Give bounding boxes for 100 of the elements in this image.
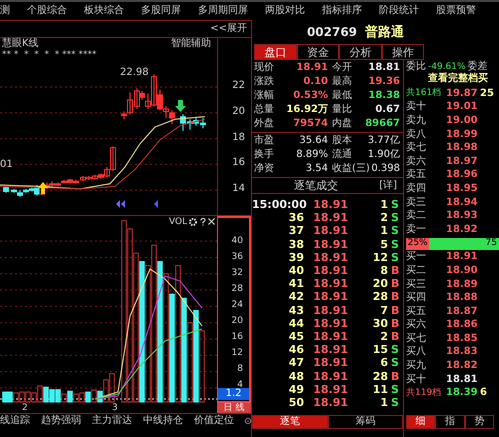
menu-item[interactable]: 阶段统计	[379, 6, 419, 16]
trade-time: 48	[288, 370, 304, 382]
depth-total: 共119档	[406, 388, 442, 398]
tab[interactable]: 势	[464, 415, 494, 429]
quote-value: 18.38	[367, 91, 400, 101]
quote-value: 19.36	[367, 77, 400, 87]
axis-label: 12	[232, 349, 243, 358]
detail-link[interactable]: [详]	[379, 180, 397, 190]
depth-total: 共161档	[406, 89, 442, 98]
quote-label: 今开	[332, 63, 352, 73]
axis-label: 8	[237, 365, 243, 374]
date-label: 3	[112, 404, 118, 412]
indicator-label: 慧眼K线	[2, 39, 39, 49]
menu-item[interactable]: 股票预警	[436, 6, 476, 16]
bid-price: 18.87	[446, 306, 478, 317]
tab[interactable]: 线追踪	[0, 416, 30, 426]
trade-side: S	[391, 212, 399, 224]
trade-side: B	[391, 370, 400, 382]
menu-item[interactable]: 测	[0, 6, 10, 16]
quote-label: 流通	[332, 150, 352, 160]
trade-time: 15:00:00	[252, 199, 304, 210]
settings-icon[interactable]	[189, 218, 198, 226]
bid-price: 18.81	[446, 374, 478, 385]
quote-label: 内盘	[332, 119, 352, 129]
trade-volume: 6	[379, 357, 388, 368]
ask-price: 19.01	[446, 102, 478, 112]
axis-label: 24	[232, 301, 243, 310]
period-label[interactable]: 日 线	[217, 403, 251, 413]
ask-label: 卖八	[406, 130, 427, 140]
tab[interactable]: 中线持仓	[143, 416, 183, 426]
trade-price: 18.91	[312, 330, 348, 342]
bid-label: 买十	[406, 374, 427, 385]
expand-up-icon[interactable]	[245, 416, 251, 426]
ask-price: 18.98	[446, 143, 478, 154]
bid-label: 买三	[406, 280, 427, 290]
quote-label: 净资	[254, 164, 274, 174]
quote-label: 最低	[332, 91, 352, 101]
trade-volume: 20	[372, 278, 388, 290]
close-icon[interactable]	[208, 218, 216, 225]
trade-time: 38	[288, 238, 304, 250]
trade-time: 39	[288, 252, 304, 263]
tab[interactable]: 趋势强弱	[41, 416, 81, 426]
menu-item[interactable]: 两股对比	[265, 6, 305, 16]
help-icon[interactable]	[200, 218, 206, 226]
axis-label: 28	[232, 285, 243, 294]
trade-side: B	[391, 304, 400, 316]
menu-item[interactable]: 多股同屏	[141, 6, 181, 16]
quote-label: 涨跌	[254, 77, 274, 87]
sell-share-fill: 25%	[406, 238, 430, 250]
trade-side: S	[391, 384, 399, 395]
bid-price: 18.90	[446, 266, 478, 276]
bid-price: 18.88	[446, 293, 478, 304]
quote-value: 35.64	[298, 136, 328, 146]
quote-label: 股本	[332, 136, 352, 146]
ask-label: 卖二	[406, 211, 427, 222]
ask-price: 19.00	[446, 116, 478, 126]
tab[interactable]: 细	[406, 415, 436, 429]
full-depth-link[interactable]: 查看完整档买	[406, 74, 499, 87]
depth-volume: 6	[480, 388, 487, 398]
tab[interactable]: 逐笔	[252, 415, 328, 429]
tab[interactable]: 操作	[382, 44, 424, 60]
trade-price: 18.91	[312, 291, 348, 302]
candle	[3, 186, 9, 194]
menu-item[interactable]: 多周期同屏	[198, 6, 248, 16]
axis-label: 32	[232, 269, 243, 278]
quote-value: 18.81	[367, 63, 400, 73]
triangle-marker-icon	[154, 200, 158, 208]
trade-price: 18.91	[312, 225, 348, 236]
expand-link[interactable]: <<展开	[210, 24, 247, 34]
quote-label: 涨幅	[254, 91, 274, 101]
axis-label: 4	[237, 381, 243, 390]
assist-label: 智能辅助	[171, 39, 212, 49]
down-arrow-icon	[175, 100, 186, 112]
menu-item[interactable]: 指标排序	[322, 6, 362, 16]
tab[interactable]: 指	[435, 415, 465, 429]
depth-volume: 25	[480, 88, 494, 99]
quote-value: 16.92万	[285, 105, 328, 115]
tab[interactable]: 盘口	[254, 44, 296, 60]
tab[interactable]: 分析	[339, 44, 382, 60]
menu-item[interactable]: 板块综合	[84, 6, 124, 16]
tab[interactable]: 资金	[296, 44, 339, 60]
trade-side: S	[391, 238, 399, 250]
axis-label: 22	[232, 81, 245, 91]
trade-volume: 1	[379, 396, 388, 408]
trade-side: S	[391, 225, 399, 236]
tab[interactable]: 价值定位	[194, 416, 234, 426]
quote-label: 外盘	[254, 119, 274, 129]
trade-time: 36	[288, 212, 304, 224]
high-price-label: 22.98	[120, 68, 149, 78]
trade-price: 18.91	[312, 344, 348, 356]
menu-item[interactable]: 个股综合	[27, 6, 67, 16]
tab[interactable]: 筹码	[328, 415, 403, 429]
ask-price: 18.97	[446, 156, 478, 167]
trade-price: 18.91	[312, 357, 348, 368]
ask-label: 卖三	[406, 198, 427, 208]
trade-volume: 2	[379, 212, 388, 224]
volume-label: VOL	[169, 218, 188, 227]
quote-label: 收益(三)	[332, 164, 370, 174]
trade-price: 18.91	[312, 212, 348, 224]
tab[interactable]: 主力雷达	[92, 416, 132, 426]
